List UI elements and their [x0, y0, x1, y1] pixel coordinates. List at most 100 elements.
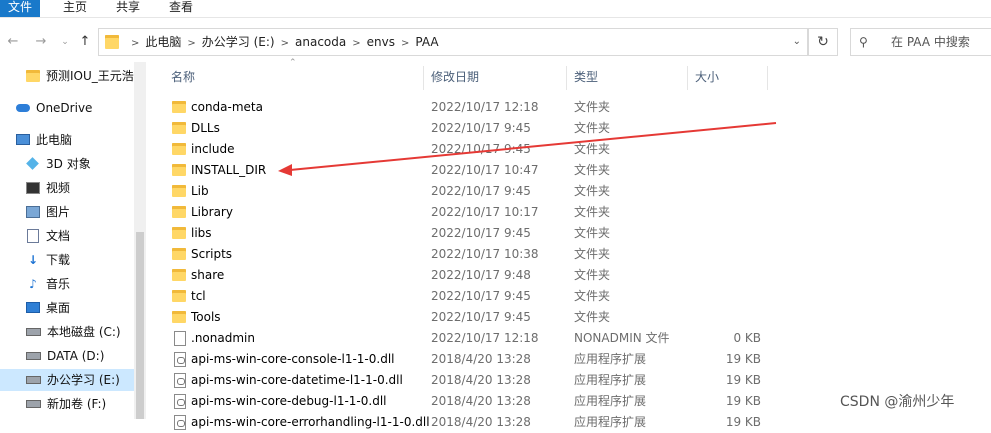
tab-share[interactable]: 共享: [108, 0, 148, 17]
sidebar-item-label: 此电脑: [36, 133, 73, 147]
file-size: [689, 97, 761, 118]
sort-ascending-icon: ⌃: [289, 58, 297, 68]
sidebar-item-pinned-folder[interactable]: 预测IOU_王元浩: [0, 65, 134, 87]
file-size: 19 KB: [725, 415, 761, 429]
folder-icon: [172, 143, 186, 155]
crumb-drive-e[interactable]: 办公学习 (E:): [202, 29, 275, 55]
file-name: share: [191, 268, 225, 282]
file-date: 2022/10/17 12:18: [431, 100, 539, 114]
table-row[interactable]: DLLs 2022/10/17 9:45 文件夹: [146, 118, 991, 139]
sidebar-item-pictures[interactable]: 图片: [0, 201, 134, 223]
sidebar-item-downloads[interactable]: ↓ 下载: [0, 249, 134, 271]
address-bar[interactable]: > 此电脑 > 办公学习 (E:) > anacoda > envs > PAA ⌄: [98, 28, 808, 56]
table-row[interactable]: .nonadmin 2022/10/17 12:18 NONADMIN 文件 0…: [146, 328, 991, 349]
file-name: Lib: [191, 184, 209, 198]
documents-icon: [27, 228, 39, 243]
sidebar-item-drive-f[interactable]: 新加卷 (F:): [0, 393, 134, 415]
table-row[interactable]: share 2022/10/17 9:48 文件夹: [146, 265, 991, 286]
table-row[interactable]: Tools 2022/10/17 9:45 文件夹: [146, 307, 991, 328]
refresh-icon[interactable]: ↻: [808, 28, 838, 56]
table-row[interactable]: libs 2022/10/17 9:45 文件夹: [146, 223, 991, 244]
table-row[interactable]: api-ms-win-core-datetime-l1-1-0.dll 2018…: [146, 370, 991, 391]
table-row[interactable]: api-ms-win-core-errorhandling-l1-1-0.dll…: [146, 412, 991, 433]
chevron-right-icon: >: [352, 38, 361, 49]
desktop-icon: [26, 302, 40, 313]
sidebar-item-videos[interactable]: 视频: [0, 177, 134, 199]
folder-icon: [172, 269, 186, 281]
file-size: [689, 223, 761, 244]
file-name: Tools: [191, 310, 221, 324]
crumb-anacoda[interactable]: anacoda: [295, 29, 346, 55]
folder-icon: [172, 185, 186, 197]
sidebar-item-drive-d[interactable]: DATA (D:): [0, 345, 134, 367]
file-size: [689, 244, 761, 265]
chevron-right-icon: >: [400, 38, 410, 49]
file-type: 文件夹: [574, 289, 611, 303]
tab-home[interactable]: 主页: [55, 0, 95, 17]
up-arrow-icon[interactable]: ↑: [76, 33, 94, 51]
column-divider[interactable]: [767, 66, 768, 90]
sidebar-item-3d-objects[interactable]: 3D 对象: [0, 153, 134, 175]
sidebar-item-documents[interactable]: 文档: [0, 225, 134, 247]
file-type: 文件夹: [574, 163, 611, 177]
dll-file-icon: [174, 373, 186, 388]
table-row[interactable]: api-ms-win-core-console-l1-1-0.dll 2018/…: [146, 349, 991, 370]
folder-icon: [172, 206, 186, 218]
file-icon: [174, 331, 186, 346]
table-row[interactable]: include 2022/10/17 9:45 文件夹: [146, 139, 991, 160]
sidebar-item-label: 视频: [46, 181, 71, 195]
table-row[interactable]: Scripts 2022/10/17 10:38 文件夹: [146, 244, 991, 265]
file-date: 2022/10/17 9:45: [431, 121, 531, 135]
table-row[interactable]: tcl 2022/10/17 9:45 文件夹: [146, 286, 991, 307]
sidebar-scrollbar[interactable]: [134, 62, 146, 419]
file-type: 应用程序扩展: [574, 415, 647, 429]
column-divider[interactable]: [687, 66, 688, 90]
tab-view[interactable]: 查看: [161, 0, 201, 17]
file-type: 文件夹: [574, 226, 611, 240]
sidebar-item-desktop[interactable]: 桌面: [0, 297, 134, 319]
crumb-envs[interactable]: envs: [367, 29, 395, 55]
folder-icon: [172, 227, 186, 239]
breadcrumb: > 此电脑 > 办公学习 (E:) > anacoda > envs > PAA: [105, 29, 439, 55]
sidebar-item-this-pc[interactable]: 此电脑: [0, 129, 134, 151]
file-type: 文件夹: [574, 268, 611, 282]
crumb-paa[interactable]: PAA: [415, 29, 438, 55]
column-header-size[interactable]: 大小: [695, 62, 719, 92]
file-date: 2022/10/17 9:45: [431, 289, 531, 303]
table-row[interactable]: Lib 2022/10/17 9:45 文件夹: [146, 181, 991, 202]
forward-arrow-icon[interactable]: →: [32, 33, 50, 51]
back-arrow-icon[interactable]: ←: [4, 33, 22, 51]
search-placeholder: 在 PAA 中搜索: [891, 35, 970, 49]
sidebar-item-drive-e[interactable]: 办公学习 (E:): [0, 369, 134, 391]
tab-file[interactable]: 文件: [0, 0, 41, 17]
file-name: api-ms-win-core-errorhandling-l1-1-0.dll: [191, 415, 430, 429]
file-type: 文件夹: [574, 310, 611, 324]
table-row[interactable]: Library 2022/10/17 10:17 文件夹: [146, 202, 991, 223]
sidebar-item-label: OneDrive: [36, 101, 93, 115]
search-input[interactable]: ⚲ 在 PAA 中搜索: [850, 28, 991, 56]
ribbon-tabs: 文件 主页 共享 查看: [0, 0, 991, 18]
folder-icon: [172, 248, 186, 260]
file-date: 2022/10/17 9:45: [431, 226, 531, 240]
dll-file-icon: [174, 352, 186, 367]
scrollbar-thumb[interactable]: [136, 232, 144, 419]
folder-icon: [172, 122, 186, 134]
column-header-date[interactable]: 修改日期: [431, 62, 479, 92]
column-header-type[interactable]: 类型: [574, 62, 598, 92]
sidebar-item-onedrive[interactable]: OneDrive: [0, 97, 134, 119]
sidebar-item-drive-c[interactable]: 本地磁盘 (C:): [0, 321, 134, 343]
column-divider[interactable]: [423, 66, 424, 90]
cloud-icon: [16, 103, 30, 112]
column-header-name[interactable]: 名称: [171, 62, 195, 92]
address-dropdown-icon[interactable]: ⌄: [793, 29, 801, 55]
file-name: api-ms-win-core-datetime-l1-1-0.dll: [191, 373, 403, 387]
table-row[interactable]: conda-meta 2022/10/17 12:18 文件夹: [146, 97, 991, 118]
sidebar-item-music[interactable]: ♪ 音乐: [0, 273, 134, 295]
chevron-down-icon[interactable]: ⌄: [56, 33, 74, 51]
table-row[interactable]: INSTALL_DIR 2022/10/17 10:47 文件夹: [146, 160, 991, 181]
column-divider[interactable]: [566, 66, 567, 90]
crumb-this-pc[interactable]: 此电脑: [145, 29, 181, 55]
file-size: 0 KB: [733, 331, 761, 345]
file-type: 文件夹: [574, 121, 611, 135]
file-type: 文件夹: [574, 247, 611, 261]
